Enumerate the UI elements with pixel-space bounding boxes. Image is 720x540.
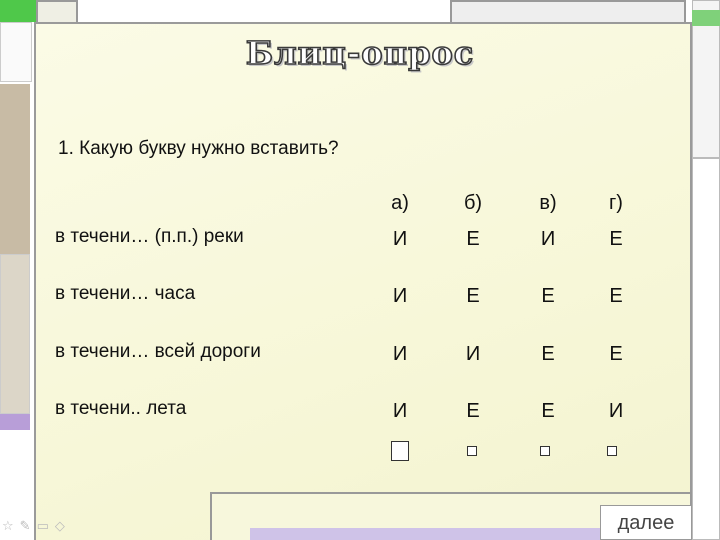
answer-checkbox-b[interactable] (467, 446, 477, 456)
answer-cell: И (392, 285, 408, 307)
option-header-b: б) (463, 192, 483, 214)
row-label-4: в течени.. лета (55, 398, 187, 419)
question-text: 1. Какую букву нужно вставить? (58, 138, 339, 159)
answer-cell: Е (541, 343, 555, 365)
row-label-3: в течени… всей дороги (55, 341, 261, 362)
decor-lilac-block (0, 414, 30, 430)
answer-cell: Е (541, 285, 555, 307)
answer-cell: Е (541, 400, 555, 422)
row-label-2: в течени… часа (55, 283, 196, 304)
slide-nav-icons: ☆✎▭◇ (2, 518, 71, 534)
pencil-icon[interactable]: ✎ (20, 518, 37, 533)
option-header-a: а) (391, 192, 409, 214)
answer-cell: Е (609, 285, 623, 307)
answer-cell: Е (466, 285, 480, 307)
answer-checkbox-a[interactable] (391, 441, 409, 461)
diamond-icon[interactable]: ◇ (55, 518, 71, 533)
answer-cell: Е (609, 228, 623, 250)
answer-cell: И (540, 228, 556, 250)
option-header-g: г) (609, 192, 623, 214)
slide-panel (34, 22, 692, 540)
square-icon[interactable]: ▭ (37, 518, 55, 533)
decor-right-strip-lower (692, 158, 720, 540)
option-header-v: в) (539, 192, 557, 214)
row-label-1: в течени… (п.п.) реки (55, 226, 244, 247)
answer-cell: И (608, 400, 624, 422)
decor-bottom-lilac (250, 528, 600, 540)
slide-title: Блиц-опрос (245, 33, 475, 73)
answer-checkbox-g[interactable] (607, 446, 617, 456)
answer-cell: И (392, 400, 408, 422)
star-icon[interactable]: ☆ (2, 518, 20, 533)
answer-cell: Е (466, 400, 480, 422)
next-button[interactable]: далее (600, 505, 692, 540)
answer-cell: И (392, 343, 408, 365)
answer-checkbox-v[interactable] (540, 446, 550, 456)
answer-cell: Е (466, 228, 480, 250)
decor-tan-block-lower (0, 254, 30, 414)
answer-cell: И (465, 343, 481, 365)
decor-green-strip-right (692, 10, 720, 26)
answer-cell: Е (609, 343, 623, 365)
decor-tan-block (0, 84, 30, 254)
answer-cell: И (392, 228, 408, 250)
